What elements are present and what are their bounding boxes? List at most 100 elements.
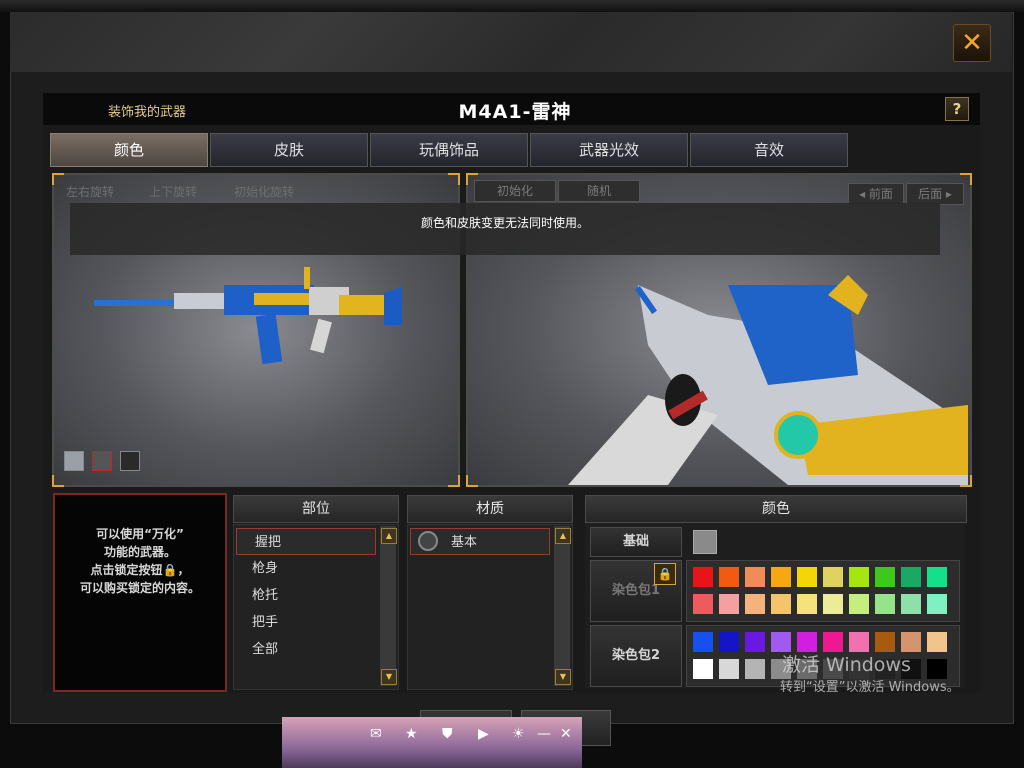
frame-corner (448, 475, 460, 487)
reset-rotation-control[interactable]: 初始化旋转 (234, 183, 294, 200)
color-swatch[interactable] (901, 594, 921, 614)
tab-color[interactable]: 颜色 (50, 133, 208, 167)
minimize-icon[interactable]: — (537, 726, 551, 742)
parts-list: 握把 枪身 枪托 把手 全部 (233, 524, 399, 690)
bg-swatch-medium[interactable] (92, 451, 112, 471)
base-color-swatch[interactable] (693, 530, 717, 554)
color-swatch[interactable] (745, 594, 765, 614)
reset-view-button[interactable]: 初始化 (474, 180, 556, 202)
color-swatch[interactable] (927, 632, 947, 652)
lock-info-line: 可以使用“万化” (96, 527, 184, 541)
game-screen: ✕ 装饰我的武器 M4A1-雷神 ? 颜色 皮肤 玩偶饰品 武器光效 音效 左右… (0, 0, 1024, 768)
bg-swatch-dark[interactable] (120, 451, 140, 471)
part-item-body[interactable]: 枪身 (234, 555, 374, 582)
color-swatch[interactable] (693, 567, 713, 587)
color-swatch[interactable] (875, 594, 895, 614)
tab-accessory[interactable]: 玩偶饰品 (370, 133, 528, 167)
frame-corner (466, 173, 478, 185)
notification-popup[interactable] (282, 717, 582, 768)
mail-icon[interactable]: ✉ (370, 726, 382, 742)
help-button[interactable]: ? (945, 97, 969, 121)
color-swatch[interactable] (771, 594, 791, 614)
color-swatch[interactable] (745, 567, 765, 587)
star-icon[interactable]: ★ (405, 726, 418, 742)
scroll-down-icon[interactable]: ▼ (555, 669, 571, 685)
rotate-horizontal-control[interactable]: 左右旋转 (66, 183, 114, 200)
lock-info-line: 功能的武器。 (103, 545, 176, 559)
popup-close-icon[interactable]: ✕ (560, 726, 572, 742)
color-swatch[interactable] (849, 594, 869, 614)
color-swatch[interactable] (901, 632, 921, 652)
frame-corner (466, 475, 478, 487)
tab-sound[interactable]: 音效 (690, 133, 848, 167)
color-swatch[interactable] (849, 632, 869, 652)
close-button[interactable]: ✕ (953, 24, 991, 62)
notice-banner: 颜色和皮肤变更无法同时使用。 (70, 203, 940, 255)
color-swatch[interactable] (875, 567, 895, 587)
color-swatch[interactable] (823, 567, 843, 587)
color-swatch[interactable] (693, 594, 713, 614)
color-swatch[interactable] (823, 632, 843, 652)
lock-icon[interactable]: 🔒 (654, 563, 676, 585)
color-swatch[interactable] (875, 632, 895, 652)
sun-icon[interactable]: ☀ (512, 726, 525, 742)
material-header: 材质 (407, 495, 573, 523)
next-view-button[interactable]: 后面 ▸ (906, 183, 964, 205)
color-swatch[interactable] (849, 567, 869, 587)
scroll-up-icon[interactable]: ▲ (381, 528, 397, 544)
parts-header: 部位 (233, 495, 399, 523)
random-color-button[interactable]: 随机 (558, 180, 640, 202)
base-color-label: 基础 (590, 527, 682, 557)
color-swatch[interactable] (771, 567, 791, 587)
tab-weapon-effect[interactable]: 武器光效 (530, 133, 688, 167)
frame-corner (960, 475, 972, 487)
color-header: 颜色 (585, 495, 967, 523)
tab-skin[interactable]: 皮肤 (210, 133, 368, 167)
color-swatch[interactable] (719, 567, 739, 587)
color-swatch[interactable] (771, 632, 791, 652)
color-swatch[interactable] (745, 659, 765, 679)
no-material-icon (418, 531, 438, 551)
color-swatch[interactable] (693, 659, 713, 679)
header-caption: 装饰我的武器 (108, 105, 187, 120)
rotate-vertical-control[interactable]: 上下旋转 (149, 183, 197, 200)
color-swatch[interactable] (823, 594, 843, 614)
lock-info-text: 可以使用“万化” 功能的武器。 点击锁定按钮🔒， 可以购买锁定的内容。 (60, 525, 220, 597)
lock-info-line: 点击锁定按钮🔒， (90, 563, 190, 577)
parts-scrollbar[interactable]: ▲ ▼ (380, 526, 397, 686)
prev-view-button[interactable]: ◂ 前面 (848, 183, 904, 205)
color-swatch[interactable] (797, 567, 817, 587)
frame-corner (448, 173, 460, 185)
window-titlebar (10, 12, 1012, 72)
color-swatch[interactable] (745, 632, 765, 652)
color-swatch[interactable] (797, 632, 817, 652)
color-swatch[interactable] (797, 594, 817, 614)
dye-pack-2-label[interactable]: 染色包2 (590, 625, 682, 687)
scroll-up-icon[interactable]: ▲ (555, 528, 571, 544)
color-swatch[interactable] (719, 632, 739, 652)
frame-corner (960, 173, 972, 185)
play-icon[interactable]: ▶ (478, 726, 489, 742)
color-swatch[interactable] (719, 594, 739, 614)
scroll-down-icon[interactable]: ▼ (381, 669, 397, 685)
color-swatch[interactable] (927, 594, 947, 614)
part-item-all[interactable]: 全部 (234, 636, 374, 663)
frame-corner (52, 475, 64, 487)
shirt-icon[interactable]: ⛊ (442, 726, 453, 742)
color-swatch[interactable] (719, 659, 739, 679)
background-strip (0, 0, 1024, 12)
activate-windows-watermark: 激活 Windows (782, 654, 911, 676)
frame-corner (52, 173, 64, 185)
bg-swatch-light[interactable] (64, 451, 84, 471)
material-scrollbar[interactable]: ▲ ▼ (554, 526, 571, 686)
color-swatch[interactable] (693, 632, 713, 652)
color-swatch[interactable] (927, 567, 947, 587)
color-swatch[interactable] (901, 567, 921, 587)
lock-info-line: 可以购买锁定的内容。 (79, 581, 200, 595)
dye-pack-1-palette (686, 560, 960, 622)
weapon-title: M4A1-雷神 (458, 101, 572, 123)
activate-windows-hint: 转到“设置”以激活 Windows。 (780, 680, 960, 695)
part-item-stock[interactable]: 枪托 (234, 582, 374, 609)
part-item-handle[interactable]: 把手 (234, 609, 374, 636)
part-item-grip[interactable]: 握把 (236, 528, 376, 555)
